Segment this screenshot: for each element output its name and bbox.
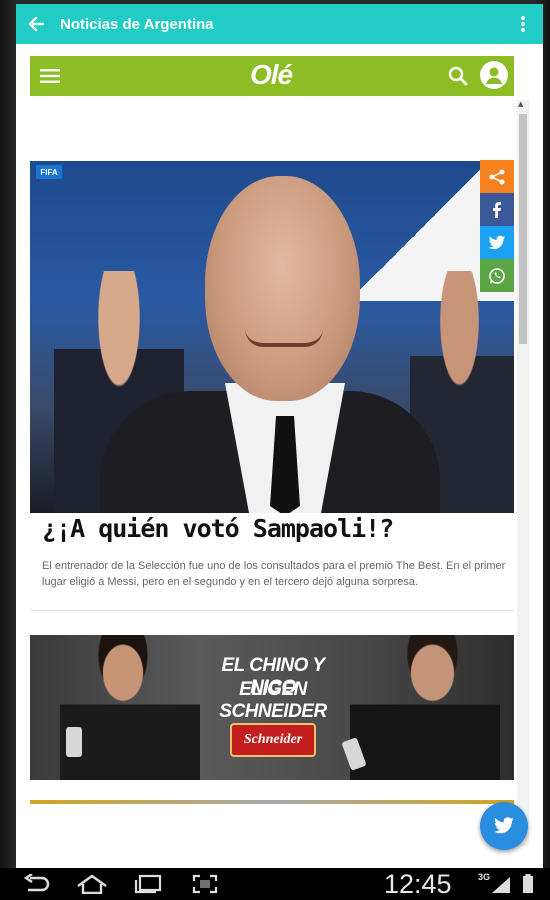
- site-logo[interactable]: Olé: [250, 59, 293, 91]
- signal-icon: [492, 877, 510, 893]
- ad-can-left: [66, 727, 82, 757]
- article-photo[interactable]: FIFA: [30, 161, 514, 513]
- ad-headline-line2: ELIGEN SCHNEIDER: [219, 679, 327, 722]
- article-headline[interactable]: ¿¡A quién votó Sampaoli!?: [42, 514, 512, 543]
- twitter-fab-button[interactable]: [480, 802, 528, 850]
- screenshot-icon[interactable]: [192, 874, 218, 894]
- whatsapp-icon: [489, 267, 505, 284]
- web-content[interactable]: Olé ▲ ▼ FIFA: [16, 44, 543, 868]
- search-icon: [448, 66, 468, 86]
- recents-icon[interactable]: [134, 874, 162, 894]
- facebook-icon: [493, 201, 501, 218]
- back-button[interactable]: [16, 4, 56, 44]
- overflow-menu-button[interactable]: [503, 4, 543, 44]
- share-icon: [489, 169, 505, 184]
- photo-main-smile: [245, 329, 323, 347]
- site-header: Olé: [30, 56, 514, 96]
- clock: 12:45: [384, 869, 452, 899]
- twitter-icon: [494, 817, 514, 834]
- app-bar: Noticias de Argentina: [16, 4, 543, 44]
- photo-badge: FIFA: [36, 165, 62, 179]
- twitter-icon: [488, 235, 506, 249]
- back-icon[interactable]: [22, 874, 50, 894]
- advertisement-banner[interactable]: EL CHINO Y NICO ELIGEN SCHNEIDER Schneid…: [30, 635, 514, 780]
- divider: [30, 610, 514, 611]
- arrow-left-icon: [28, 16, 45, 32]
- twitter-share-button[interactable]: [480, 226, 514, 259]
- next-article-edge: [30, 800, 514, 804]
- ad-person-right: [350, 635, 500, 780]
- article-summary[interactable]: El entrenador de la Selección fue uno de…: [42, 558, 512, 590]
- site-search-button[interactable]: [446, 64, 470, 88]
- user-icon: [486, 67, 502, 84]
- battery-icon: [523, 874, 533, 893]
- app-title: Noticias de Argentina: [60, 15, 214, 33]
- more-vert-icon: [521, 16, 525, 32]
- hamburger-icon: [40, 69, 60, 83]
- system-bar: 12:45 3G: [0, 868, 550, 900]
- photo-main-face: [205, 176, 360, 401]
- scrollbar-thumb[interactable]: [519, 114, 527, 344]
- network-type: 3G: [478, 872, 491, 882]
- ad-person-left: [60, 635, 200, 780]
- share-button[interactable]: [480, 160, 514, 193]
- ad-brand-logo: Schneider: [230, 723, 316, 757]
- account-button[interactable]: [480, 61, 508, 89]
- facebook-share-button[interactable]: [480, 193, 514, 226]
- share-bar: [480, 160, 514, 292]
- whatsapp-share-button[interactable]: [480, 259, 514, 292]
- home-icon[interactable]: [76, 874, 108, 894]
- scroll-up-arrow[interactable]: ▲: [518, 100, 523, 108]
- site-menu-button[interactable]: [30, 56, 70, 96]
